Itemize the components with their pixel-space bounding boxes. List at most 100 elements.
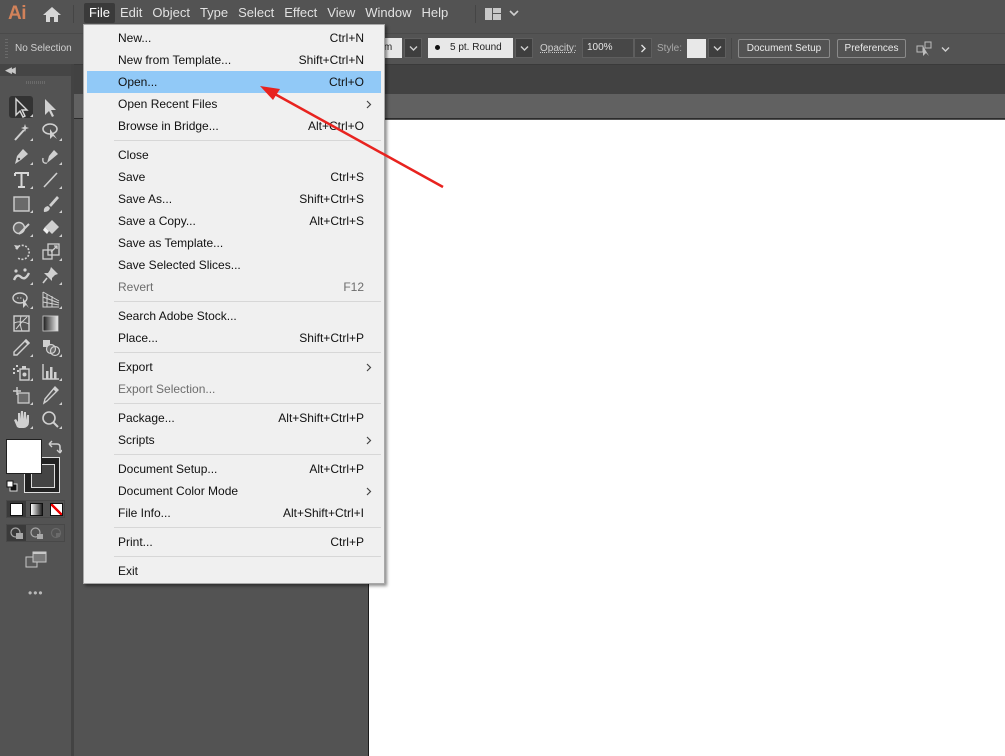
- magic-wand-icon: [13, 123, 29, 141]
- arrange-documents-icon[interactable]: [916, 41, 934, 57]
- file-menu-item-save-as[interactable]: Save As... Shift+Ctrl+S: [87, 188, 381, 210]
- menu-view[interactable]: View: [322, 3, 360, 23]
- file-menu-item-save-as-template[interactable]: Save as Template...: [87, 232, 381, 254]
- line-segment-tool[interactable]: [38, 168, 62, 190]
- opacity-slider-toggle[interactable]: [634, 38, 652, 58]
- file-menu-item-new-from-template[interactable]: New from Template... Shift+Ctrl+N: [87, 49, 381, 71]
- edit-toolbar-more-icon[interactable]: •••: [28, 586, 44, 600]
- eraser-tool[interactable]: [38, 216, 62, 238]
- hand-tool[interactable]: [9, 408, 33, 430]
- file-menu-item-export[interactable]: Export: [87, 356, 381, 378]
- file-menu-item-save[interactable]: Save Ctrl+S: [87, 166, 381, 188]
- menu-object[interactable]: Object: [147, 3, 195, 23]
- file-menu-item-open-recent-files[interactable]: Open Recent Files: [87, 93, 381, 115]
- menu-file[interactable]: File: [84, 3, 115, 23]
- file-menu-item-file-info[interactable]: File Info... Alt+Shift+Ctrl+I: [87, 502, 381, 524]
- pen-tool[interactable]: [9, 144, 33, 166]
- type-tool[interactable]: [9, 168, 33, 190]
- graphic-style-dropdown[interactable]: [708, 38, 726, 58]
- gradient-button[interactable]: [30, 503, 43, 516]
- file-menu-item-open[interactable]: Open... Ctrl+O: [87, 71, 381, 93]
- panel-grip[interactable]: [5, 39, 8, 59]
- file-menu-item-save-a-copy[interactable]: Save a Copy... Alt+Ctrl+S: [87, 210, 381, 232]
- graphic-style-swatch[interactable]: [687, 39, 706, 58]
- color-button[interactable]: [10, 503, 23, 516]
- menu-item-label: Save as Template...: [118, 236, 224, 250]
- pin-tool[interactable]: [38, 264, 62, 286]
- symbol-sprayer-tool[interactable]: [9, 360, 33, 382]
- perspective-grid-tool[interactable]: [38, 288, 62, 310]
- menu-item-label: Export: [118, 360, 153, 374]
- rotate-tool[interactable]: [9, 240, 33, 262]
- file-menu-item-scripts[interactable]: Scripts: [87, 429, 381, 451]
- zoom-tool[interactable]: [38, 408, 62, 430]
- eyedropper-icon: [12, 338, 30, 356]
- stroke-profile-dropdown[interactable]: [515, 38, 533, 58]
- file-menu-item-place[interactable]: Place... Shift+Ctrl+P: [87, 327, 381, 349]
- menu-edit[interactable]: Edit: [115, 3, 147, 23]
- type-icon: [13, 171, 29, 188]
- chevron-down-icon[interactable]: [509, 9, 519, 17]
- file-menu-item-new[interactable]: New... Ctrl+N: [87, 27, 381, 49]
- direct-selection-tool[interactable]: [38, 96, 62, 118]
- shape-builder-tool[interactable]: [9, 288, 33, 310]
- file-menu-item-close[interactable]: Close: [87, 144, 381, 166]
- change-screen-mode-icon[interactable]: [25, 551, 47, 568]
- default-fill-stroke-icon[interactable]: [6, 480, 18, 492]
- mesh-tool[interactable]: [9, 312, 33, 334]
- preferences-button[interactable]: Preferences: [837, 39, 906, 58]
- rectangle-tool[interactable]: [9, 192, 33, 214]
- menu-help[interactable]: Help: [416, 3, 453, 23]
- file-menu-item-save-selected-slices[interactable]: Save Selected Slices...: [87, 254, 381, 276]
- artboard[interactable]: [368, 120, 1005, 756]
- file-menu-item-package[interactable]: Package... Alt+Shift+Ctrl+P: [87, 407, 381, 429]
- column-graph-tool[interactable]: [38, 360, 62, 382]
- menu-item-label: Document Color Mode: [118, 484, 239, 498]
- brush-definition-dropdown[interactable]: [404, 38, 422, 58]
- menu-select[interactable]: Select: [233, 3, 279, 23]
- draw-normal-icon[interactable]: [10, 527, 24, 540]
- file-menu-item-exit[interactable]: Exit: [87, 560, 381, 582]
- opacity-input[interactable]: 100%: [582, 38, 634, 58]
- swap-fill-stroke-icon[interactable]: [48, 440, 62, 454]
- file-menu-item-search-adobe-stock[interactable]: Search Adobe Stock...: [87, 305, 381, 327]
- file-menu-item-browse-in-bridge[interactable]: Browse in Bridge... Alt+Ctrl+O: [87, 115, 381, 137]
- chevron-down-icon[interactable]: [941, 46, 950, 53]
- draw-behind-icon[interactable]: [30, 527, 44, 540]
- shaper-tool[interactable]: [9, 216, 33, 238]
- fill-swatch[interactable]: [6, 439, 42, 474]
- variable-width-profile-field[interactable]: 5 pt. Round: [428, 38, 513, 58]
- file-menu-item-document-color-mode[interactable]: Document Color Mode: [87, 480, 381, 502]
- color-mode-group: [6, 500, 65, 518]
- menu-item-label: Revert: [118, 280, 154, 294]
- curvature-tool[interactable]: [38, 144, 62, 166]
- file-menu-item-print[interactable]: Print... Ctrl+P: [87, 531, 381, 553]
- lasso-tool[interactable]: [38, 120, 62, 142]
- scale-tool[interactable]: [38, 240, 62, 262]
- draw-inside-icon[interactable]: [50, 527, 64, 540]
- paintbrush-tool[interactable]: [38, 192, 62, 214]
- file-menu-item-document-setup[interactable]: Document Setup... Alt+Ctrl+P: [87, 458, 381, 480]
- document-setup-button[interactable]: Document Setup: [738, 39, 830, 58]
- menu-window[interactable]: Window: [360, 3, 416, 23]
- gradient-tool[interactable]: [38, 312, 62, 334]
- chevron-down-icon: [713, 46, 722, 51]
- collapse-panel-icon[interactable]: ◀◀: [5, 65, 16, 76]
- opacity-label[interactable]: Opacity:: [540, 43, 577, 54]
- menu-separator: [114, 140, 381, 141]
- slice-tool[interactable]: [38, 384, 62, 406]
- menu-effect[interactable]: Effect: [279, 3, 322, 23]
- magic-wand-tool[interactable]: [9, 120, 33, 142]
- home-icon[interactable]: [42, 6, 62, 23]
- menu-item-label: Save Selected Slices...: [118, 258, 241, 272]
- menu-type[interactable]: Type: [195, 3, 233, 23]
- tools-panel: [0, 76, 71, 756]
- workspace-switcher-icon[interactable]: [485, 8, 501, 20]
- artboard-tool[interactable]: [9, 384, 33, 406]
- none-button[interactable]: [50, 503, 63, 516]
- selection-tool[interactable]: [9, 96, 33, 118]
- blend-tool[interactable]: [38, 336, 62, 358]
- puppet-warp-tool[interactable]: [9, 264, 33, 286]
- eyedropper-tool[interactable]: [9, 336, 33, 358]
- panel-grip[interactable]: [26, 81, 46, 84]
